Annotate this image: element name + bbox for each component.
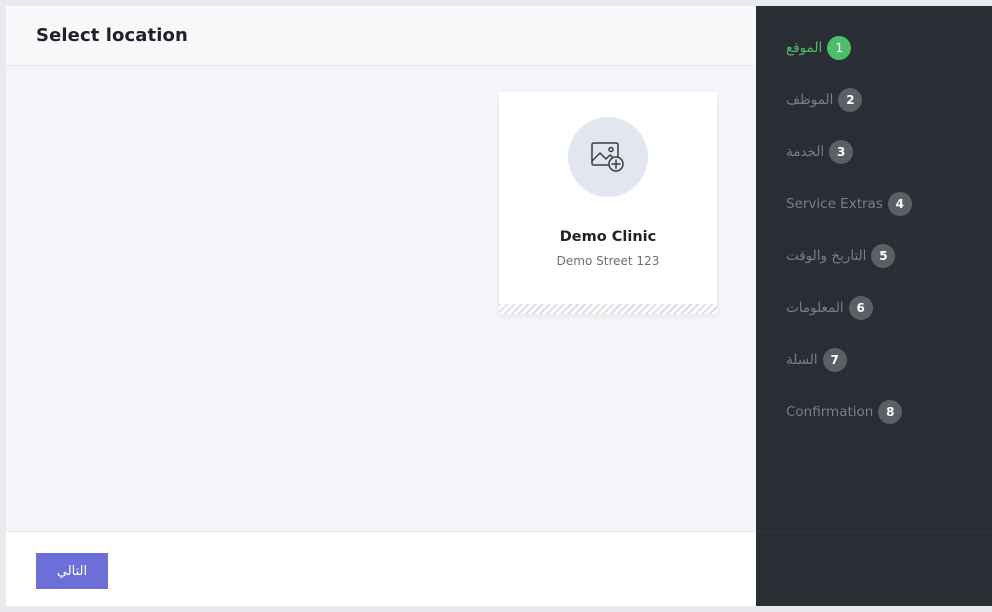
step-item-information[interactable]: المعلومات 6 [786,296,912,320]
step-label: الخدمة [786,144,825,160]
step-item-cart[interactable]: السلة 7 [786,348,912,372]
step-number-badge: 7 [822,348,847,372]
step-number-badge: 5 [871,244,896,268]
step-number-badge: 4 [887,192,912,216]
step-label: الموقع [786,40,823,56]
step-item-location[interactable]: الموقع 1 [786,36,912,60]
sidebar-footer [756,531,992,606]
location-list: Demo Clinic Demo Street 123 [6,66,756,531]
location-avatar [568,117,648,197]
step-label: Service Extras [786,196,883,212]
step-list: الموقع 1 الموظف 2 الخدمة 3 Service Extra… [786,36,912,452]
step-item-date-time[interactable]: التاريخ والوقت 5 [786,244,912,268]
step-label: السلة [786,352,818,368]
main-panel: Select location Demo Clinic Demo Street … [6,6,756,606]
panel-header: Select location [6,6,756,66]
step-item-service[interactable]: الخدمة 3 [786,140,912,164]
panel-footer: التالي [6,531,756,606]
step-item-employee[interactable]: الموظف 2 [786,88,912,112]
next-button[interactable]: التالي [36,553,108,589]
step-item-confirmation[interactable]: Confirmation 8 [786,400,912,424]
step-label: Confirmation [786,404,874,420]
card-stripe-decoration [499,304,717,314]
step-item-service-extras[interactable]: Service Extras 4 [786,192,912,216]
step-number-badge: 3 [829,140,854,164]
steps-sidebar: الموقع 1 الموظف 2 الخدمة 3 Service Extra… [756,6,992,606]
location-name: Demo Clinic [559,229,657,245]
step-label: الموظف [786,92,834,108]
booking-widget: Select location Demo Clinic Demo Street … [6,6,992,606]
step-number-badge: 6 [848,296,873,320]
image-add-icon [591,142,624,172]
step-number-badge: 2 [838,88,863,112]
location-card[interactable]: Demo Clinic Demo Street 123 [499,92,717,314]
page-title: Select location [36,25,188,46]
location-address: Demo Street 123 [556,254,660,268]
step-number-badge: 1 [827,36,852,60]
step-label: المعلومات [786,300,844,316]
step-label: التاريخ والوقت [786,248,867,264]
step-number-badge: 8 [878,400,903,424]
